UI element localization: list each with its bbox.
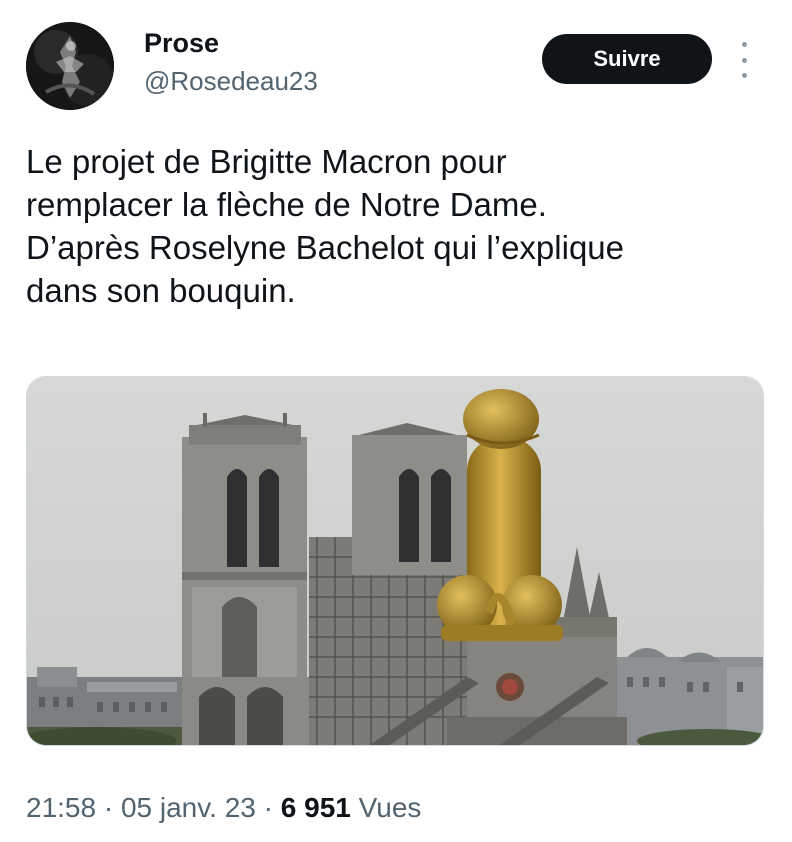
author-display-name[interactable]: Prose [144, 26, 318, 60]
follow-button[interactable]: Suivre [542, 34, 712, 84]
tweet-date[interactable]: 05 janv. 23 [121, 792, 256, 823]
tweet-time[interactable]: 21:58 [26, 792, 96, 823]
views-count: 6 951 [280, 792, 351, 823]
tweet-card: Prose @Rosedeau23 Suivre Le projet de Br… [0, 0, 792, 842]
avatar-image [26, 22, 114, 110]
avatar[interactable] [26, 22, 114, 110]
tweet-meta: 21:58 · 05 janv. 23 · 6 951 Vues [26, 788, 421, 828]
meta-separator: · [263, 792, 273, 823]
meta-separator: · [103, 792, 114, 823]
tweet-text: Le projet de Brigitte Macron pour rempla… [26, 143, 625, 309]
author-info: Prose @Rosedeau23 [144, 26, 318, 98]
tweet-header: Prose @Rosedeau23 Suivre [26, 20, 766, 112]
more-dot [741, 73, 747, 78]
more-dot [741, 42, 747, 47]
notre-dame-photo [27, 377, 763, 745]
author-handle[interactable]: @Rosedeau23 [144, 64, 318, 98]
more-dot [741, 57, 747, 63]
views-label: Vues [358, 792, 422, 823]
tweet-media-image[interactable] [26, 376, 764, 746]
more-vertical-icon[interactable] [734, 42, 754, 78]
